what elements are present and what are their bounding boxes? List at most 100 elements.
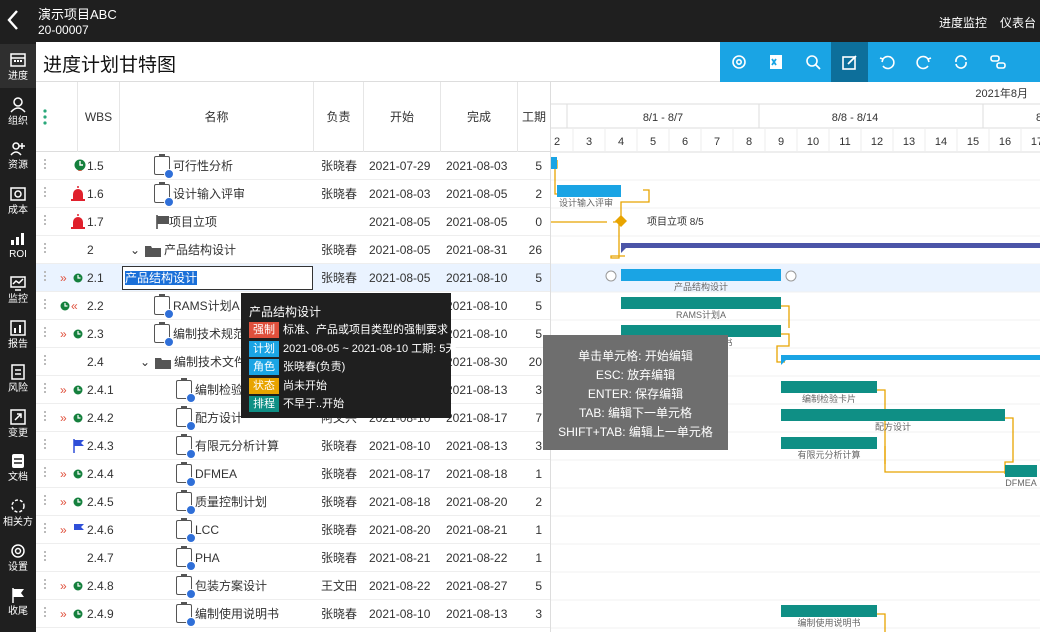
owner-cell[interactable]: 王文田 <box>321 572 363 600</box>
duration-cell[interactable]: 3 <box>518 432 546 460</box>
wbs-cell[interactable]: 2.1 <box>87 264 120 292</box>
drag-handle-icon[interactable] <box>44 327 47 341</box>
duration-cell[interactable]: 3 <box>518 600 546 628</box>
table-row[interactable]: » 2.4.8 包装方案设计 王文田 2021-08-22 2021-08-27 5 <box>36 572 550 600</box>
link-button[interactable] <box>979 42 1016 82</box>
finish-cell[interactable]: 2021-08-17 <box>446 404 518 432</box>
schedule-monitor-link[interactable]: 进度监控 <box>939 14 987 31</box>
drag-handle-icon[interactable] <box>44 523 47 537</box>
owner-cell[interactable]: 张晓春 <box>321 488 363 516</box>
col-header-start[interactable]: 开始 <box>364 82 441 152</box>
duration-cell[interactable]: 26 <box>518 236 546 264</box>
chevron-down-icon[interactable]: ⌄ <box>140 348 154 376</box>
owner-cell[interactable]: 张晓春 <box>321 236 363 264</box>
task-name[interactable]: 设计输入评审 <box>173 180 312 208</box>
wbs-cell[interactable]: 1.5 <box>87 152 120 180</box>
sidebar-item-document[interactable]: 文档 <box>0 445 36 489</box>
finish-cell[interactable]: 2021-08-05 <box>446 180 518 208</box>
start-cell[interactable]: 2021-08-03 <box>369 180 441 208</box>
duration-cell[interactable]: 5 <box>518 264 546 292</box>
wbs-cell[interactable]: 2.4.6 <box>87 516 120 544</box>
owner-cell[interactable]: 张晓春 <box>321 180 363 208</box>
wbs-cell[interactable]: 2.4.8 <box>87 572 120 600</box>
start-cell[interactable]: 2021-08-22 <box>369 572 441 600</box>
drag-handle-icon[interactable] <box>44 243 47 257</box>
sidebar-item-change[interactable]: 变更 <box>0 401 36 445</box>
finish-cell[interactable]: 2021-08-22 <box>446 544 518 572</box>
duration-cell[interactable]: 0 <box>518 208 546 236</box>
duration-cell[interactable]: 1 <box>518 460 546 488</box>
drag-handle-icon[interactable] <box>44 271 47 285</box>
start-cell[interactable]: 2021-08-05 <box>369 264 441 292</box>
drag-handle-icon[interactable] <box>44 579 47 593</box>
wbs-cell[interactable]: 2.4 <box>87 348 120 376</box>
wbs-cell[interactable]: 2.4.2 <box>87 404 120 432</box>
sidebar-item-gear[interactable]: 设置 <box>0 535 36 579</box>
start-cell[interactable]: 2021-08-05 <box>369 208 441 236</box>
duration-cell[interactable]: 5 <box>518 320 546 348</box>
sidebar-item-roi[interactable]: ROI <box>0 222 36 266</box>
finish-cell[interactable]: 2021-08-13 <box>446 432 518 460</box>
start-cell[interactable]: 2021-07-29 <box>369 152 441 180</box>
duration-cell[interactable]: 5 <box>518 292 546 320</box>
drag-handle-icon[interactable] <box>44 383 47 397</box>
wbs-cell[interactable]: 2.4.3 <box>87 432 120 460</box>
wbs-cell[interactable]: 2.4.9 <box>87 600 120 628</box>
duration-cell[interactable]: 20 <box>518 348 546 376</box>
finish-cell[interactable]: 2021-08-13 <box>446 376 518 404</box>
finish-cell[interactable]: 2021-08-21 <box>446 516 518 544</box>
name-edit-input[interactable]: 产品结构设计 <box>122 266 313 290</box>
col-header-name[interactable]: 名称 <box>120 82 314 152</box>
owner-cell[interactable]: 张晓春 <box>321 516 363 544</box>
undo-button[interactable] <box>868 42 905 82</box>
table-row[interactable]: 1.5 可行性分析 张晓春 2021-07-29 2021-08-03 5 <box>36 152 550 180</box>
drag-handle-icon[interactable] <box>44 439 47 453</box>
table-row[interactable]: » 2.4.4 DFMEA 张晓春 2021-08-17 2021-08-18 1 <box>36 460 550 488</box>
task-name[interactable]: PHA <box>195 544 312 572</box>
start-cell[interactable]: 2021-08-20 <box>369 516 441 544</box>
drag-handle-icon[interactable] <box>44 495 47 509</box>
dashboard-link[interactable]: 仪表台 <box>1000 14 1036 31</box>
owner-cell[interactable]: 张晓春 <box>321 544 363 572</box>
wbs-cell[interactable]: 1.7 <box>87 208 120 236</box>
sidebar-item-stakeholder[interactable]: 相关方 <box>0 490 36 534</box>
finish-cell[interactable]: 2021-08-10 <box>446 264 518 292</box>
settings-button[interactable] <box>720 42 757 82</box>
duration-cell[interactable]: 1 <box>518 516 546 544</box>
search-button[interactable] <box>794 42 831 82</box>
wbs-cell[interactable]: 2.2 <box>87 292 120 320</box>
table-row[interactable]: » 2.1 产品结构设计 张晓春 2021-08-05 2021-08-10 5 <box>36 264 550 292</box>
finish-cell[interactable]: 2021-08-03 <box>446 152 518 180</box>
col-header-finish[interactable]: 完成 <box>441 82 518 152</box>
col-header-duration[interactable]: 工期 <box>518 82 550 152</box>
sidebar-item-risk[interactable]: 风险 <box>0 356 36 400</box>
sidebar-item-calendar[interactable]: 进度 <box>0 44 36 88</box>
drag-handle-icon[interactable] <box>44 607 47 621</box>
start-cell[interactable]: 2021-08-17 <box>369 460 441 488</box>
owner-cell[interactable]: 张晓春 <box>321 264 363 292</box>
row-menu-icon[interactable] <box>36 82 78 152</box>
drag-handle-icon[interactable] <box>44 299 47 313</box>
table-row[interactable]: 1.7 项目立项 2021-08-05 2021-08-05 0 <box>36 208 550 236</box>
table-row[interactable]: » 2.4.9 编制使用说明书 张晓春 2021-08-10 2021-08-13 3 <box>36 600 550 628</box>
sidebar-item-report[interactable]: 报告 <box>0 312 36 356</box>
owner-cell[interactable] <box>321 208 363 236</box>
drag-handle-icon[interactable] <box>44 551 47 565</box>
sidebar-item-monitor[interactable]: 监控 <box>0 267 36 311</box>
wbs-cell[interactable]: 2.4.5 <box>87 488 120 516</box>
wbs-cell[interactable]: 2.4.4 <box>87 460 120 488</box>
table-row[interactable]: 2.4.3 有限元分析计算 张晓春 2021-08-10 2021-08-13 3 <box>36 432 550 460</box>
refresh-button[interactable] <box>942 42 979 82</box>
duration-cell[interactable]: 2 <box>518 180 546 208</box>
task-name[interactable]: DFMEA <box>195 460 312 488</box>
col-header-owner[interactable]: 负责 <box>314 82 364 152</box>
duration-cell[interactable]: 7 <box>518 404 546 432</box>
table-row[interactable]: 2 ⌄ 产品结构设计 张晓春 2021-08-05 2021-08-31 26 <box>36 236 550 264</box>
table-row[interactable]: » 2.4.5 质量控制计划 张晓春 2021-08-18 2021-08-20 2 <box>36 488 550 516</box>
duration-cell[interactable]: 5 <box>518 572 546 600</box>
owner-cell[interactable]: 张晓春 <box>321 432 363 460</box>
owner-cell[interactable]: 张晓春 <box>321 600 363 628</box>
col-header-wbs[interactable]: WBS <box>78 82 120 152</box>
more-button[interactable] <box>1016 42 1040 82</box>
finish-cell[interactable]: 2021-08-13 <box>446 600 518 628</box>
